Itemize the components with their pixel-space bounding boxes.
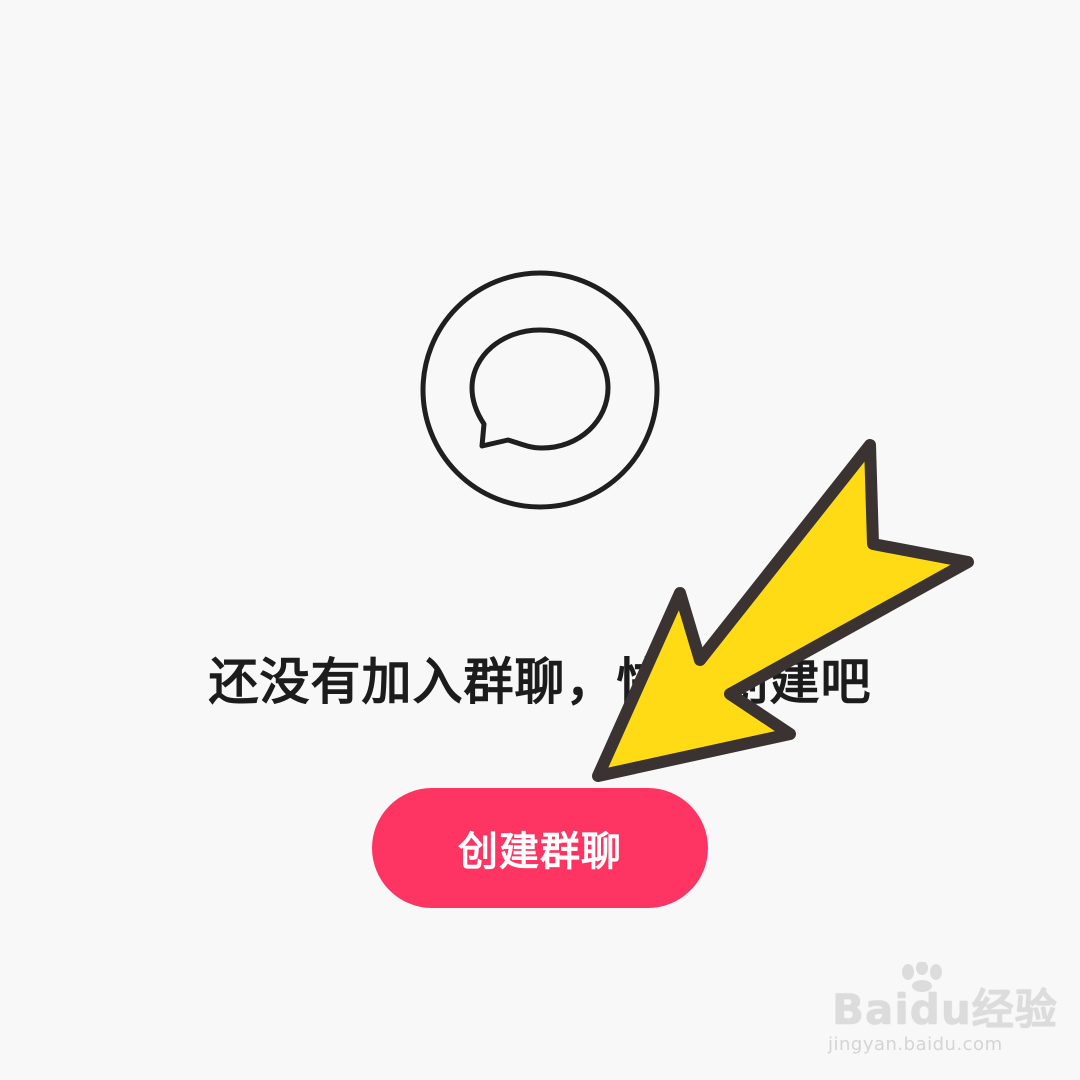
group-chat-empty-screen: 还没有加入群聊，快去创建吧 创建群聊 Baidu经验 jingyan.baidu… (0, 0, 1080, 1080)
baidu-jingyan-watermark: Baidu经验 jingyan.baidu.com (820, 962, 1060, 1072)
yellow-arrow-icon (592, 439, 974, 782)
create-group-chat-button[interactable]: 创建群聊 (372, 788, 708, 908)
watermark-logo: Baidu经验 (832, 985, 1058, 1034)
empty-state-message: 还没有加入群聊，快去创建吧 (208, 653, 872, 711)
chat-bubble-icon (420, 270, 660, 510)
watermark-url: jingyan.baidu.com (828, 1034, 1003, 1055)
